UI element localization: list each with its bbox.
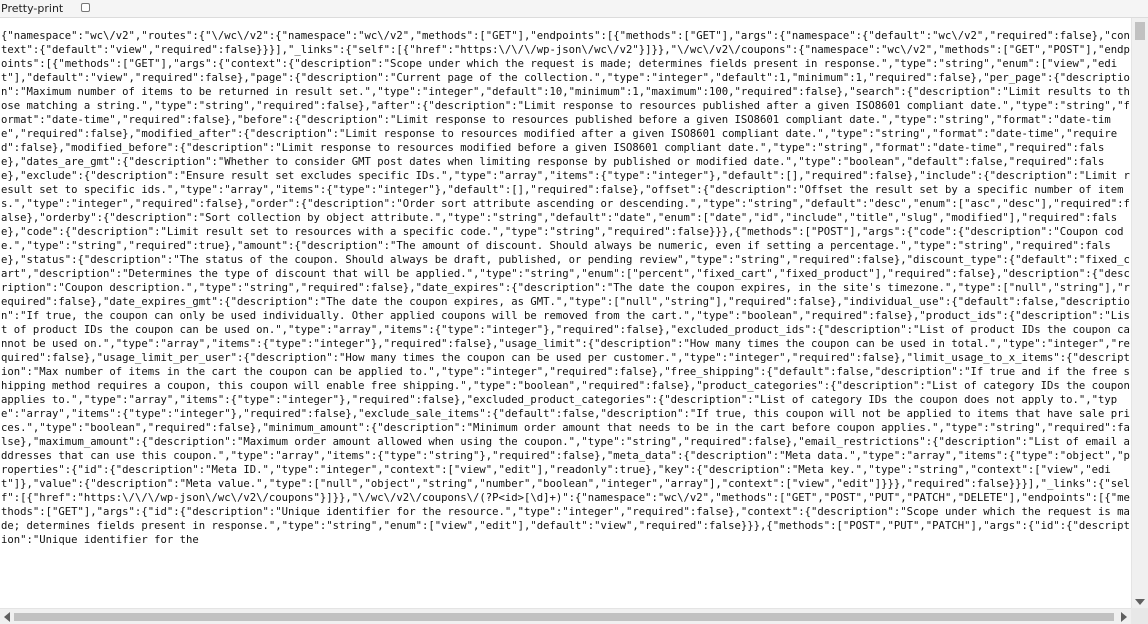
horizontal-scroll-thumb[interactable] [14, 613, 1114, 621]
pretty-print-checkbox[interactable] [81, 3, 90, 12]
json-text: {"namespace":"wc\/v2","routes":{"\/wc\/v… [1, 30, 1130, 546]
vertical-scrollbar[interactable] [1131, 18, 1148, 608]
scrollbar-corner [1131, 608, 1148, 624]
pretty-print-label: Pretty-print [1, 2, 64, 15]
vertical-scroll-thumb[interactable] [1135, 22, 1145, 40]
json-viewer: {"namespace":"wc\/v2","routes":{"\/wc\/v… [0, 18, 1131, 608]
scroll-down-icon[interactable] [1135, 599, 1145, 605]
scroll-right-icon[interactable] [1121, 612, 1127, 622]
scroll-left-icon[interactable] [4, 612, 10, 622]
horizontal-scrollbar[interactable] [0, 608, 1131, 624]
pretty-print-bar: Pretty-print [0, 0, 1148, 18]
